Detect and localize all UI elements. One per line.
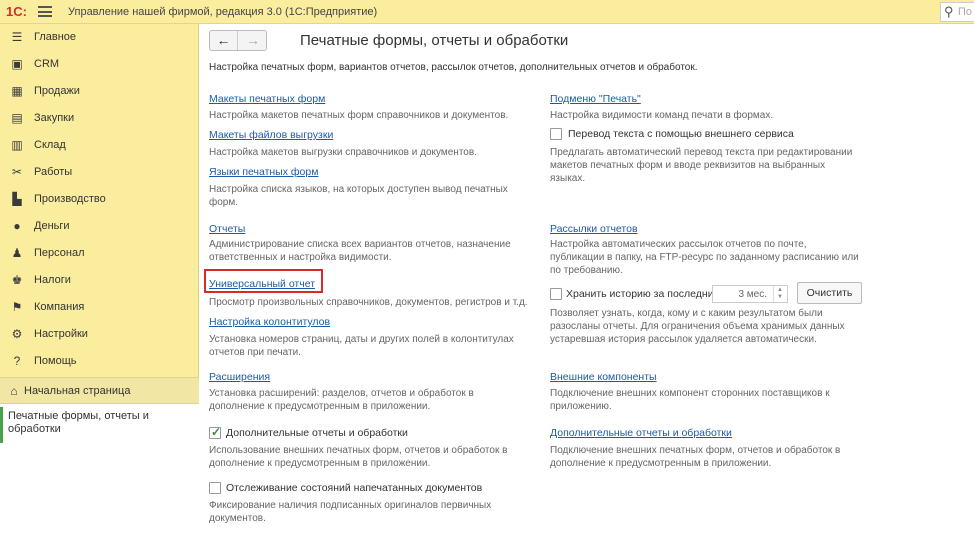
reports-desc: Администрирование списка всех вариантов … — [209, 239, 511, 263]
crm-icon: ▣ — [11, 57, 23, 71]
spinner-up-icon[interactable]: ▲ — [777, 287, 783, 293]
months-spinner[interactable]: ▲ ▼ — [773, 286, 787, 302]
history-checkbox[interactable] — [550, 288, 562, 300]
sidebar-item-label: Продажи — [34, 85, 80, 97]
additional-reports-link[interactable]: Дополнительные отчеты и обработки — [550, 427, 732, 439]
sidebar-item-warehouse[interactable]: ▥ Склад — [0, 132, 199, 159]
purchases-icon: ▤ — [11, 111, 23, 125]
search-placeholder: По — [958, 6, 973, 18]
sidebar-item-label: CRM — [34, 58, 60, 70]
reports-link[interactable]: Отчеты — [209, 223, 245, 235]
external-components-link[interactable]: Внешние компоненты — [550, 371, 657, 383]
people-icon: ♟ — [11, 246, 23, 260]
sidebar-home-page[interactable]: ⌂ Начальная страница — [0, 377, 199, 404]
taxes-icon: ♚ — [11, 273, 23, 287]
sidebar: ☰ Главное ▣ CRM ▦ Продажи ▤ Закупки ▥ Ск… — [0, 24, 199, 538]
print-languages-desc: Настройка списка языков, на которых дост… — [209, 184, 508, 208]
tools-icon: ✂ — [11, 165, 23, 179]
print-submenu-link[interactable]: Подменю "Печать" — [550, 93, 641, 105]
translation-desc: Предлагать автоматический перевод текста… — [550, 147, 853, 184]
gear-icon: ⚙ — [11, 327, 23, 341]
sidebar-item-company[interactable]: ⚑ Компания — [0, 294, 199, 321]
home-icon: ⌂ — [10, 384, 18, 398]
spinner-down-icon[interactable]: ▼ — [777, 294, 783, 300]
mailings-link[interactable]: Рассылки отчетов — [550, 223, 638, 235]
translation-checkbox[interactable] — [550, 128, 562, 140]
sidebar-item-personnel[interactable]: ♟ Персонал — [0, 240, 199, 267]
clear-history-button[interactable]: Очистить — [797, 282, 862, 304]
history-months-value: 3 мес. — [738, 289, 767, 300]
sidebar-item-purchases[interactable]: ▤ Закупки — [0, 105, 199, 132]
page-description: Настройка печатных форм, вариантов отчет… — [209, 62, 698, 73]
home-label: Начальная страница — [24, 385, 131, 397]
main-content: ← → Печатные формы, отчеты и обработки Н… — [200, 24, 974, 538]
additional-reports-label: Дополнительные отчеты и обработки — [226, 427, 408, 439]
additional-reports-desc: Использование внешних печатных форм, отч… — [209, 445, 508, 469]
history-label: Хранить историю за последние — [566, 288, 720, 300]
print-languages-link[interactable]: Языки печатных форм — [209, 166, 318, 178]
sidebar-item-label: Помощь — [34, 355, 77, 367]
flag-icon: ⚑ — [11, 300, 23, 314]
open-window-item[interactable]: Печатные формы, отчеты и обработки — [0, 407, 199, 443]
sidebar-item-taxes[interactable]: ♚ Налоги — [0, 267, 199, 294]
app-title: Управление нашей фирмой, редакция 3.0 (1… — [68, 6, 378, 18]
sidebar-item-crm[interactable]: ▣ CRM — [0, 51, 199, 78]
print-tracking-label: Отслеживание состояний напечатанных доку… — [226, 482, 483, 494]
print-tracking-checkbox[interactable] — [209, 482, 221, 494]
coin-icon: ● — [13, 219, 21, 233]
sidebar-item-label: Склад — [34, 139, 66, 151]
search-icon: ⚲ — [944, 4, 954, 19]
headers-footers-desc: Установка номеров страниц, даты и других… — [209, 334, 514, 358]
universal-report-link[interactable]: Универсальный отчет — [209, 278, 315, 290]
sidebar-item-settings[interactable]: ⚙ Настройки — [0, 321, 199, 348]
external-components-desc: Подключение внешних компонент сторонних … — [550, 388, 830, 412]
open-window-label: Печатные формы, отчеты и обработки — [8, 410, 149, 435]
headers-footers-link[interactable]: Настройка колонтитулов — [209, 316, 330, 328]
search-input[interactable]: ⚲ По — [940, 2, 974, 22]
history-months-field[interactable]: 3 мес. ▲ ▼ — [712, 285, 788, 303]
page-title: Печатные формы, отчеты и обработки — [300, 32, 569, 49]
mailings-desc: Настройка автоматических рассылок отчето… — [550, 239, 859, 276]
navigation-buttons: ← → — [209, 30, 267, 51]
sidebar-item-money[interactable]: ● Деньги — [0, 213, 199, 240]
help-icon: ? — [13, 354, 21, 368]
print-submenu-desc: Настройка видимости команд печати в форм… — [550, 110, 774, 121]
sidebar-item-label: Компания — [34, 301, 85, 313]
warehouse-icon: ▥ — [11, 138, 23, 152]
sidebar-item-label: Работы — [34, 166, 73, 178]
sidebar-item-label: Деньги — [34, 220, 70, 232]
export-layouts-link[interactable]: Макеты файлов выгрузки — [209, 129, 333, 141]
additional-reports-link-desc: Подключение внешних печатных форм, отчет… — [550, 445, 841, 469]
universal-report-desc: Просмотр произвольных справочников, доку… — [209, 297, 528, 308]
sales-icon: ▦ — [11, 84, 23, 98]
sidebar-item-sales[interactable]: ▦ Продажи — [0, 78, 199, 105]
title-bar: 1С: Управление нашей фирмой, редакция 3.… — [0, 0, 974, 24]
extensions-desc: Установка расширений: разделов, отчетов … — [209, 388, 474, 412]
sidebar-item-help[interactable]: ? Помощь — [0, 348, 199, 375]
export-layouts-desc: Настройка макетов выгрузки справочников … — [209, 147, 477, 158]
open-windows-panel: Печатные формы, отчеты и обработки — [0, 404, 199, 538]
sidebar-item-label: Налоги — [34, 274, 71, 286]
app-logo: 1С: — [6, 4, 27, 19]
additional-reports-checkbox[interactable] — [209, 425, 221, 439]
print-layouts-desc: Настройка макетов печатных форм справочн… — [209, 110, 509, 121]
translation-label: Перевод текста с помощью внешнего сервис… — [568, 128, 794, 140]
menu-icon: ☰ — [11, 30, 23, 44]
main-menu-icon[interactable] — [38, 6, 52, 17]
history-desc: Позволяет узнать, когда, кому и с каким … — [550, 308, 845, 345]
sidebar-item-production[interactable]: ▙ Производство — [0, 186, 199, 213]
forward-button[interactable]: → — [239, 31, 267, 50]
sidebar-item-label: Производство — [34, 193, 106, 205]
sidebar-item-main[interactable]: ☰ Главное — [0, 24, 199, 51]
sidebar-item-label: Закупки — [34, 112, 75, 124]
sidebar-item-label: Персонал — [34, 247, 85, 259]
extensions-link[interactable]: Расширения — [209, 371, 270, 383]
sidebar-item-works[interactable]: ✂ Работы — [0, 159, 199, 186]
sidebar-item-label: Главное — [34, 31, 77, 43]
factory-icon: ▙ — [12, 192, 22, 206]
print-tracking-desc: Фиксирование наличия подписанных оригина… — [209, 500, 492, 524]
print-layouts-link[interactable]: Макеты печатных форм — [209, 93, 325, 105]
back-button[interactable]: ← — [210, 31, 238, 50]
sidebar-item-label: Настройки — [34, 328, 88, 340]
